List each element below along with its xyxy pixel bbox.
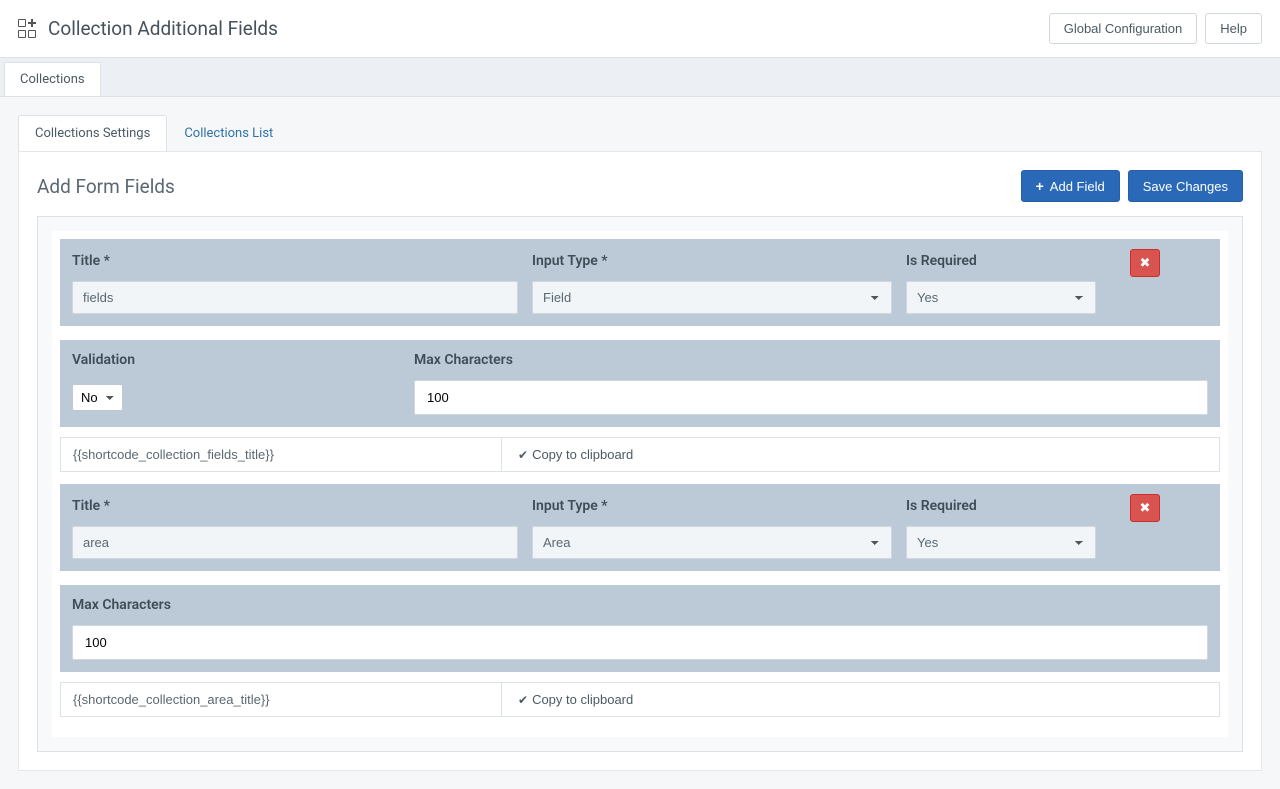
max-chars-input[interactable]: [414, 380, 1208, 415]
label-input-type: Input Type *: [532, 498, 892, 514]
close-icon: ✖: [1140, 501, 1151, 516]
validation-select[interactable]: No: [72, 384, 123, 411]
field-title-input[interactable]: [72, 526, 518, 559]
tab-collections[interactable]: Collections: [4, 62, 101, 96]
panel-title: Add Form Fields: [37, 175, 175, 198]
delete-field-button[interactable]: ✖: [1130, 494, 1160, 522]
delete-field-button[interactable]: ✖: [1130, 249, 1160, 277]
copy-label: Copy to clipboard: [532, 447, 633, 462]
shortcode-row: ✔ Copy to clipboard: [60, 437, 1220, 472]
form-fields-area: Title * Input Type * Field Is Required: [37, 216, 1243, 752]
primary-tabs: Collections: [0, 58, 1280, 97]
label-max-chars: Max Characters: [72, 597, 1208, 613]
plus-icon: +: [1036, 178, 1044, 194]
secondary-tabs: Collections Settings Collections List: [18, 115, 1262, 151]
topbar-actions: Global Configuration Help: [1049, 13, 1262, 44]
copy-label: Copy to clipboard: [532, 692, 633, 707]
copy-clipboard-button[interactable]: ✔ Copy to clipboard: [501, 683, 649, 716]
label-title: Title *: [72, 253, 518, 269]
topbar: Collection Additional Fields Global Conf…: [0, 0, 1280, 58]
shortcode-input[interactable]: [61, 683, 501, 716]
label-is-required: Is Required: [906, 498, 1096, 514]
add-field-button[interactable]: + Add Field: [1021, 170, 1120, 202]
topbar-left: Collection Additional Fields: [18, 17, 278, 40]
check-icon: ✔: [518, 693, 528, 707]
save-changes-button[interactable]: Save Changes: [1128, 170, 1243, 202]
field-type-select[interactable]: Field: [532, 281, 892, 314]
field-block: Title * Input Type * Area Is Required: [60, 484, 1220, 717]
main-panel: Add Form Fields + Add Field Save Changes…: [18, 151, 1262, 771]
field-title-input[interactable]: [72, 281, 518, 314]
field-required-select[interactable]: Yes: [906, 526, 1096, 559]
copy-clipboard-button[interactable]: ✔ Copy to clipboard: [501, 438, 649, 471]
add-field-label: Add Field: [1050, 179, 1105, 194]
field-required-select[interactable]: Yes: [906, 281, 1096, 314]
global-config-button[interactable]: Global Configuration: [1049, 13, 1198, 44]
label-max-chars: Max Characters: [414, 352, 1208, 368]
tab-collections-settings[interactable]: Collections Settings: [18, 115, 167, 151]
label-is-required: Is Required: [906, 253, 1096, 269]
check-icon: ✔: [518, 448, 528, 462]
label-title: Title *: [72, 498, 518, 514]
field-block: Title * Input Type * Field Is Required: [60, 239, 1220, 472]
page-title: Collection Additional Fields: [48, 17, 278, 40]
max-chars-input[interactable]: [72, 625, 1208, 660]
label-validation: Validation: [72, 352, 400, 368]
close-icon: ✖: [1140, 256, 1151, 271]
shortcode-row: ✔ Copy to clipboard: [60, 682, 1220, 717]
panel-header: Add Form Fields + Add Field Save Changes: [37, 170, 1243, 202]
app-icon: [18, 19, 38, 39]
field-type-select[interactable]: Area: [532, 526, 892, 559]
tab-collections-list[interactable]: Collections List: [167, 115, 290, 151]
label-input-type: Input Type *: [532, 253, 892, 269]
help-button[interactable]: Help: [1205, 13, 1262, 44]
shortcode-input[interactable]: [61, 438, 501, 471]
